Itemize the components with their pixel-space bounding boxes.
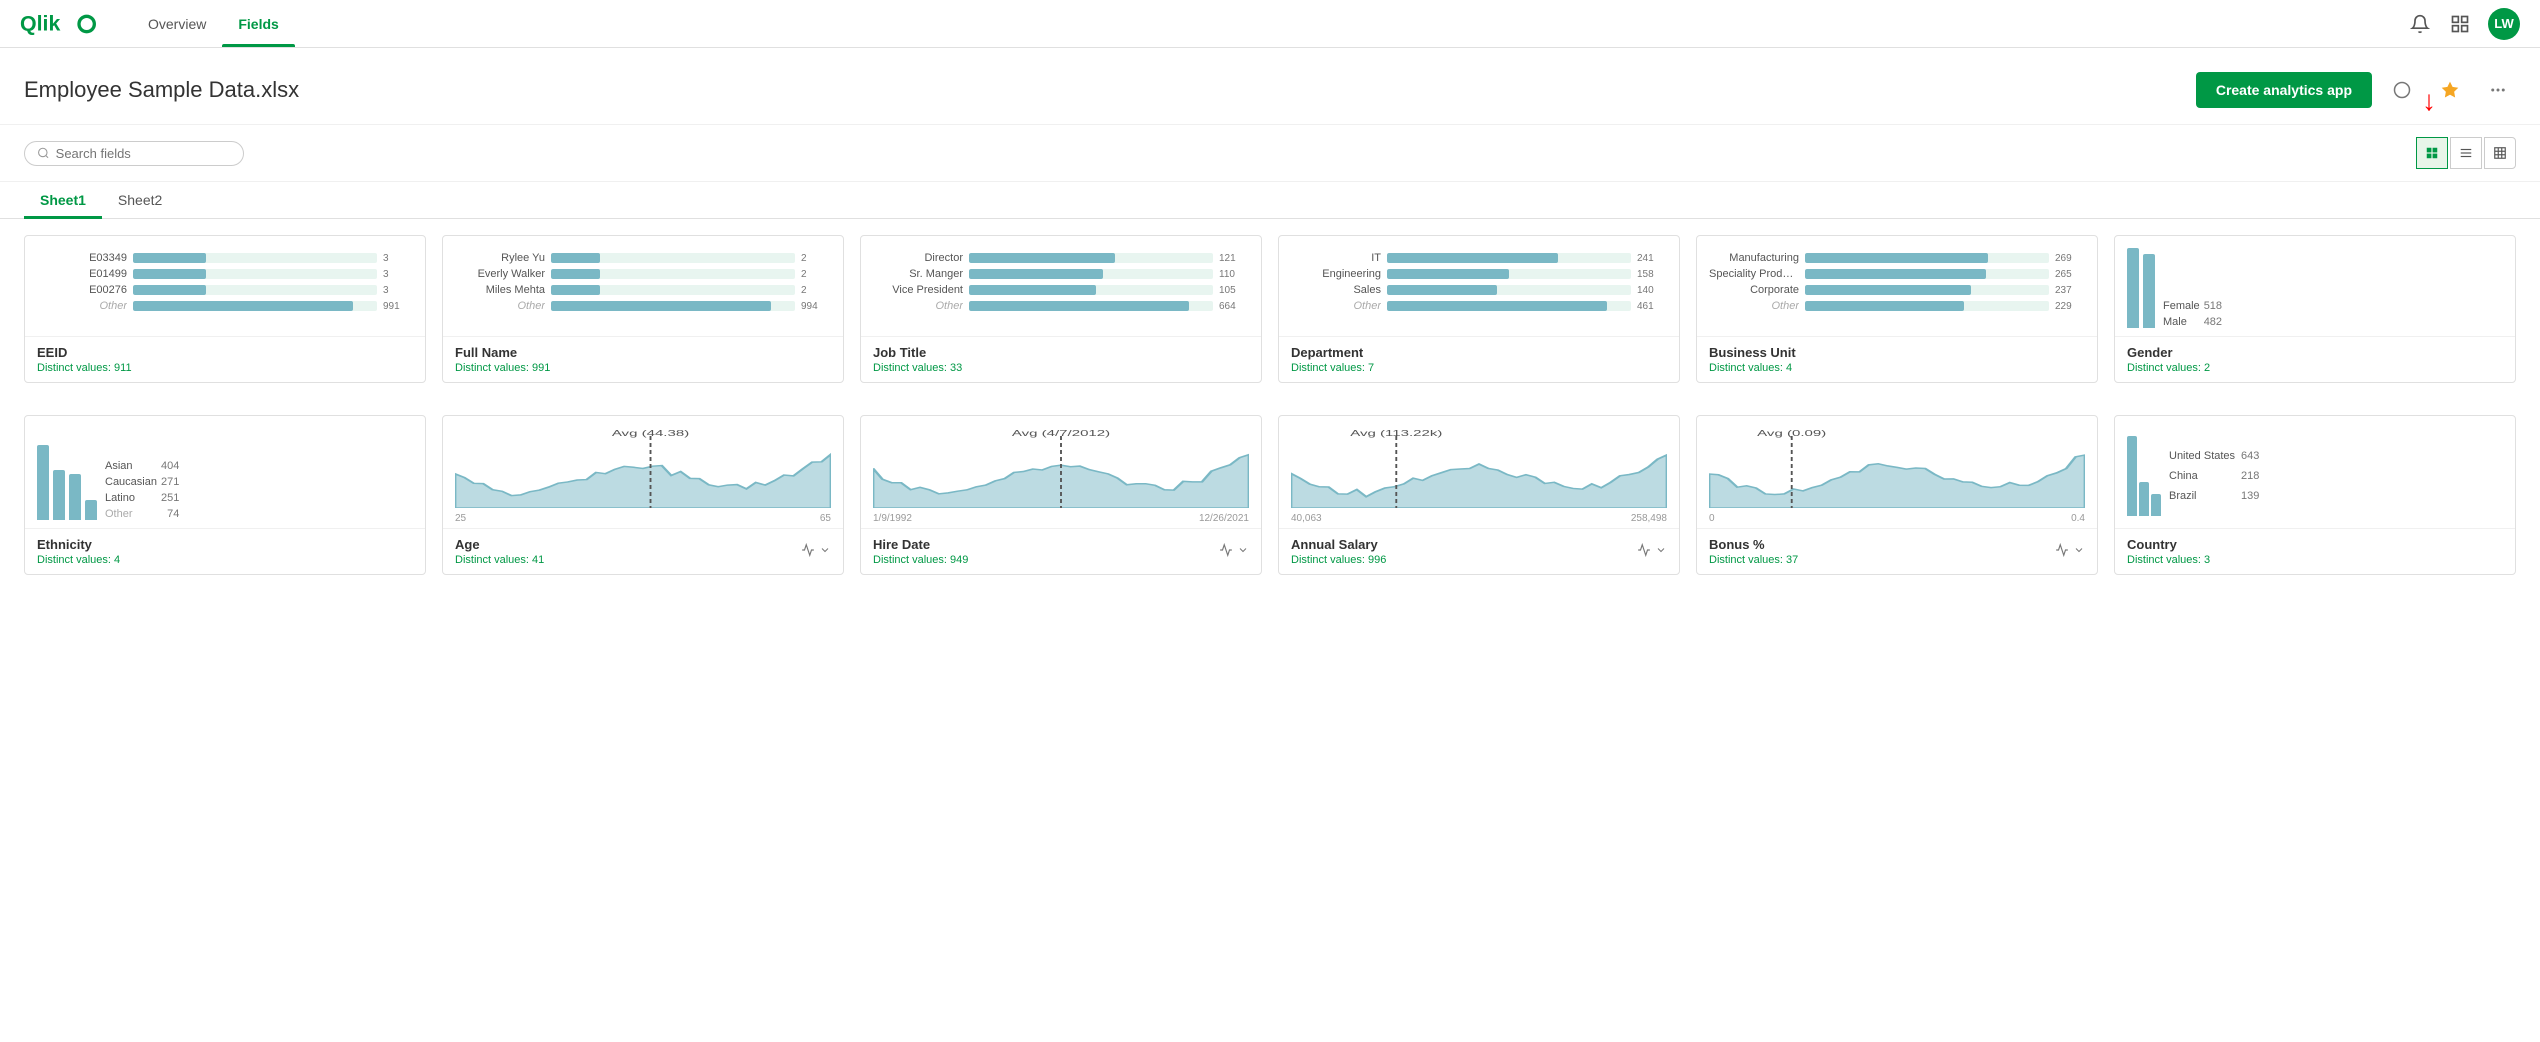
- nav-right: LW: [2408, 8, 2520, 40]
- distinct-values: Distinct values: 37: [1709, 554, 1798, 566]
- top-nav: Qlik Overview Fields LW: [0, 0, 2540, 48]
- chevron-down-icon[interactable]: [1655, 544, 1667, 559]
- field-name: EEID: [37, 345, 413, 360]
- field-name: Annual Salary: [1291, 537, 1386, 552]
- field-card[interactable]: E033493E014993E002763Other991EEID Distin…: [24, 235, 426, 383]
- field-card[interactable]: Asian404Caucasian271Latino251Other74Ethn…: [24, 415, 426, 575]
- field-name: Ethnicity: [37, 537, 413, 552]
- distinct-values: Distinct values: 33: [873, 362, 1249, 374]
- tab-sheet1[interactable]: Sheet1: [24, 182, 102, 218]
- field-name: Gender: [2127, 345, 2503, 360]
- circle-icon-btn[interactable]: [2384, 72, 2420, 108]
- bell-icon[interactable]: [2408, 12, 2432, 36]
- field-card[interactable]: Avg (0.09)00.4Bonus % Distinct values: 3…: [1696, 415, 2098, 575]
- field-card[interactable]: Rylee Yu2Everly Walker2Miles Mehta2Other…: [442, 235, 844, 383]
- more-options-btn[interactable]: [2480, 72, 2516, 108]
- field-name: Hire Date: [873, 537, 968, 552]
- svg-text:Avg (44.38): Avg (44.38): [612, 429, 689, 438]
- distinct-values: Distinct values: 41: [455, 554, 544, 566]
- svg-text:Avg (4/7/2012): Avg (4/7/2012): [1012, 429, 1110, 438]
- distinct-values: Distinct values: 7: [1291, 362, 1667, 374]
- field-card[interactable]: Avg (113.22k)40,063258,498Annual Salary …: [1278, 415, 1680, 575]
- page-title: Employee Sample Data.xlsx: [24, 77, 2196, 103]
- svg-text:Qlik: Qlik: [20, 11, 60, 35]
- create-analytics-btn[interactable]: Create analytics app: [2196, 72, 2372, 108]
- nav-fields[interactable]: Fields: [222, 0, 294, 47]
- search-icon: [37, 146, 50, 160]
- search-box[interactable]: [24, 141, 244, 166]
- field-name: Age: [455, 537, 544, 552]
- field-card[interactable]: Manufacturing269Speciality Products265Co…: [1696, 235, 2098, 383]
- distinct-values: Distinct values: 2: [2127, 362, 2503, 374]
- distinct-values: Distinct values: 4: [37, 554, 413, 566]
- toolbar: ↓: [0, 125, 2540, 182]
- distinct-values: Distinct values: 949: [873, 554, 968, 566]
- field-name: Department: [1291, 345, 1667, 360]
- distinct-values: Distinct values: 911: [37, 362, 413, 374]
- page-header: Employee Sample Data.xlsx Create analyti…: [0, 48, 2540, 125]
- field-name: Full Name: [455, 345, 831, 360]
- tab-sheet2[interactable]: Sheet2: [102, 182, 178, 218]
- distinct-values: Distinct values: 996: [1291, 554, 1386, 566]
- chart-icon[interactable]: [801, 543, 815, 560]
- field-card[interactable]: Director121Sr. Manger110Vice President10…: [860, 235, 1262, 383]
- grid-view-btn[interactable]: [2416, 137, 2448, 169]
- star-icon-btn[interactable]: [2432, 72, 2468, 108]
- field-card[interactable]: Avg (4/7/2012)1/9/199212/26/2021Hire Dat…: [860, 415, 1262, 575]
- cards-row1: E033493E014993E002763Other991EEID Distin…: [0, 219, 2540, 399]
- field-card[interactable]: Avg (44.38)2565Age Distinct values: 41: [442, 415, 844, 575]
- chart-icon[interactable]: [1219, 543, 1233, 560]
- chart-icon[interactable]: [2055, 543, 2069, 560]
- distinct-values: Distinct values: 4: [1709, 362, 2085, 374]
- chevron-down-icon[interactable]: [1237, 544, 1249, 559]
- field-card[interactable]: Female518Male482Gender Distinct values: …: [2114, 235, 2516, 383]
- chart-icon[interactable]: [1637, 543, 1651, 560]
- chevron-down-icon[interactable]: [819, 544, 831, 559]
- logo[interactable]: Qlik: [20, 10, 100, 38]
- field-name: Job Title: [873, 345, 1249, 360]
- list-view-btn[interactable]: [2450, 137, 2482, 169]
- nav-overview[interactable]: Overview: [132, 0, 222, 47]
- chevron-down-icon[interactable]: [2073, 544, 2085, 559]
- field-card[interactable]: IT241Engineering158Sales140Other461Depar…: [1278, 235, 1680, 383]
- field-card[interactable]: United States643China218Brazil139Country…: [2114, 415, 2516, 575]
- grid-icon[interactable]: [2448, 12, 2472, 36]
- distinct-values: Distinct values: 991: [455, 362, 831, 374]
- svg-text:Avg (0.09): Avg (0.09): [1757, 429, 1826, 438]
- cards-row2: Asian404Caucasian271Latino251Other74Ethn…: [0, 399, 2540, 591]
- svg-text:Avg (113.22k): Avg (113.22k): [1350, 429, 1442, 438]
- distinct-values: Distinct values: 3: [2127, 554, 2503, 566]
- field-name: Business Unit: [1709, 345, 2085, 360]
- avatar[interactable]: LW: [2488, 8, 2520, 40]
- search-input[interactable]: [56, 146, 231, 161]
- header-actions: Create analytics app: [2196, 72, 2516, 108]
- view-toggle: ↓: [2414, 137, 2516, 169]
- field-name: Bonus %: [1709, 537, 1798, 552]
- nav-links: Overview Fields: [132, 0, 295, 47]
- table-view-btn[interactable]: [2484, 137, 2516, 169]
- tabs: Sheet1 Sheet2: [0, 182, 2540, 219]
- field-name: Country: [2127, 537, 2503, 552]
